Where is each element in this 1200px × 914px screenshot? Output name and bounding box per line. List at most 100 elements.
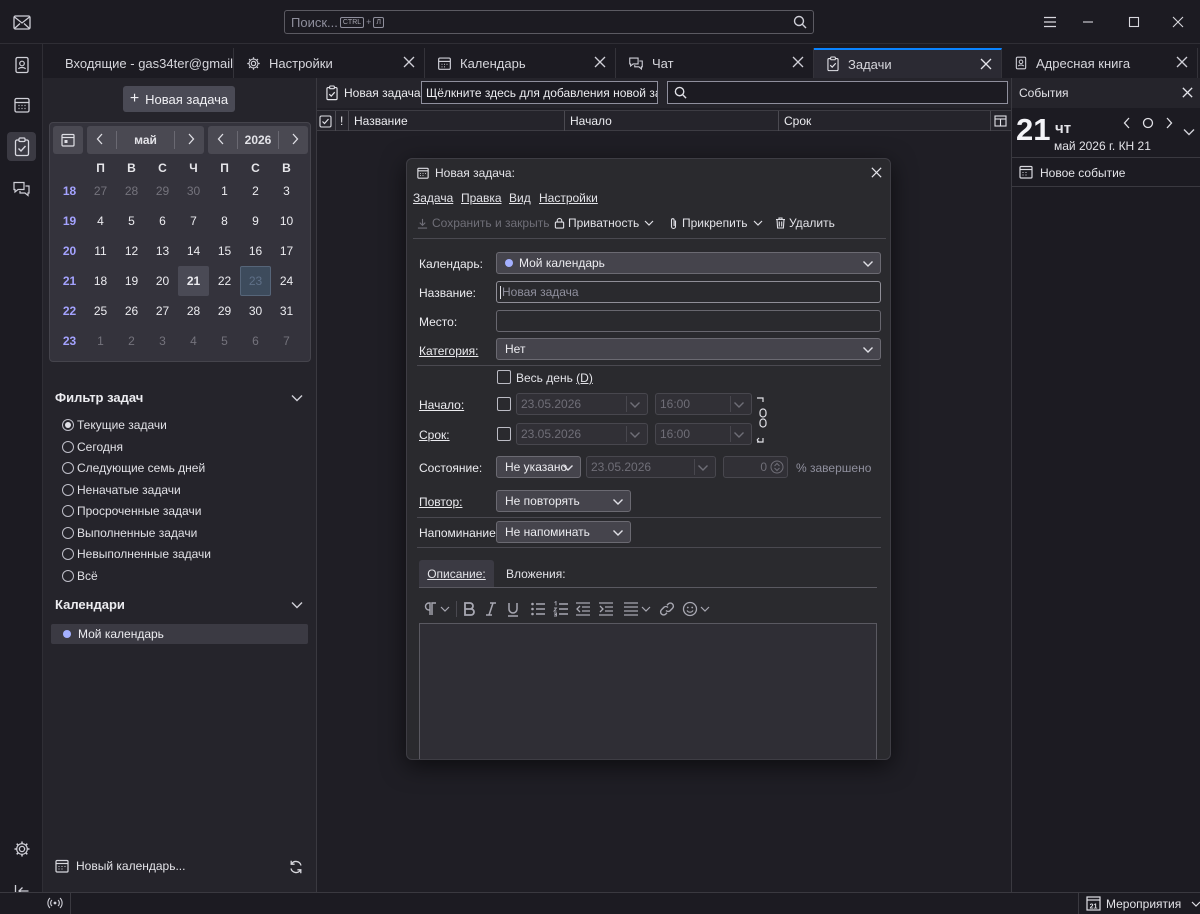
sync-icon[interactable] <box>288 859 304 875</box>
calendar-day[interactable]: 14 <box>178 236 209 266</box>
calendar-day[interactable]: 6 <box>147 206 178 236</box>
calendar-day[interactable]: 5 <box>116 206 147 236</box>
app-menu-icon[interactable] <box>1042 14 1058 30</box>
location-input[interactable] <box>496 310 881 332</box>
calendar-day[interactable]: 10 <box>271 206 302 236</box>
column-due[interactable]: Срок <box>778 111 990 131</box>
calendar-dropdown[interactable]: Мой календарь <box>496 252 881 274</box>
calendar-day[interactable]: 27 <box>147 296 178 326</box>
calendar-day[interactable]: 9 <box>240 206 271 236</box>
reminder-dropdown[interactable]: Не напоминать <box>496 521 631 543</box>
calendar-day[interactable]: 17 <box>271 236 302 266</box>
calendar-day[interactable]: 24 <box>271 266 302 296</box>
close-icon[interactable] <box>791 55 805 69</box>
task-filter-option[interactable]: Всё <box>62 569 98 583</box>
events-status-button[interactable]: 21 Мероприятия <box>1086 896 1200 911</box>
radio-button[interactable] <box>62 505 74 517</box>
chevron-down-icon[interactable] <box>641 605 651 613</box>
tab-attachments[interactable]: Вложения: <box>506 567 566 581</box>
bullet-list-icon[interactable] <box>530 601 546 617</box>
underline-icon[interactable] <box>505 601 521 617</box>
calendar-day[interactable]: 15 <box>209 236 240 266</box>
calendar-space-button[interactable] <box>7 90 36 119</box>
today-circle-icon[interactable] <box>1142 117 1154 129</box>
close-icon[interactable] <box>979 57 993 71</box>
radio-button[interactable] <box>62 548 74 560</box>
radio-button[interactable] <box>62 570 74 582</box>
online-status-icon[interactable] <box>47 896 63 910</box>
calendar-day[interactable]: 4 <box>85 206 116 236</box>
calendar-day[interactable]: 18 <box>85 266 116 296</box>
new-task-toolbar-button[interactable]: Новая задача <box>325 85 421 101</box>
calendar-day[interactable]: 30 <box>240 296 271 326</box>
calendar-day[interactable]: 19 <box>116 266 147 296</box>
radio-button[interactable] <box>62 462 74 474</box>
calendar-day[interactable]: 3 <box>147 326 178 356</box>
settings-gear-icon[interactable] <box>7 834 36 863</box>
next-day-icon[interactable] <box>1164 117 1174 129</box>
mail-icon[interactable] <box>12 13 32 31</box>
calendar-day[interactable]: 25 <box>85 296 116 326</box>
due-checkbox[interactable] <box>497 427 511 441</box>
percent-complete-input[interactable]: 0 <box>723 456 788 478</box>
numbered-list-icon[interactable] <box>553 601 569 617</box>
task-title-input[interactable]: Новая задача <box>496 281 881 303</box>
radio-button[interactable] <box>62 527 74 539</box>
calendar-day[interactable]: 3 <box>271 176 302 206</box>
close-icon[interactable] <box>593 55 607 69</box>
calendar-day[interactable]: 20 <box>147 266 178 296</box>
calendar-day[interactable]: 29 <box>209 296 240 326</box>
calendar-day[interactable]: 2 <box>240 176 271 206</box>
calendar-list-item[interactable]: Мой календарь <box>51 624 308 644</box>
close-window-icon[interactable] <box>1170 14 1186 30</box>
calendar-day[interactable]: 29 <box>147 176 178 206</box>
radio-button[interactable] <box>62 484 74 496</box>
task-filter-option[interactable]: Сегодня <box>62 440 123 454</box>
quick-add-task-input[interactable]: Щёлкните здесь для добавления новой зада… <box>421 81 658 104</box>
tab-chat[interactable]: Чат <box>616 48 814 78</box>
due-date-input[interactable]: 23.05.2026 <box>516 423 648 445</box>
privacy-button[interactable]: Приватность <box>554 216 654 230</box>
calendar-day[interactable]: 12 <box>116 236 147 266</box>
calendar-day[interactable]: 26 <box>116 296 147 326</box>
calendar-day[interactable]: 5 <box>209 326 240 356</box>
category-dropdown[interactable]: Нет <box>496 338 881 360</box>
calendar-day[interactable]: 13 <box>147 236 178 266</box>
task-filter-option[interactable]: Текущие задачи <box>62 418 167 432</box>
tasks-space-button[interactable] <box>7 132 36 161</box>
tab-tasks[interactable]: Задачи <box>814 48 1002 78</box>
chevron-down-icon[interactable] <box>700 605 710 613</box>
tab-calendar[interactable]: Календарь <box>425 48 616 78</box>
menu-task[interactable]: Задача <box>413 191 453 205</box>
calendar-day[interactable]: 2 <box>116 326 147 356</box>
status-dropdown[interactable]: Не указано <box>496 456 581 478</box>
completed-date-input[interactable]: 23.05.2026 <box>586 456 716 478</box>
task-search-input[interactable] <box>667 81 1008 104</box>
save-close-button[interactable]: Сохранить и закрыть <box>417 216 549 230</box>
calendar-day[interactable]: 28 <box>116 176 147 206</box>
italic-icon[interactable] <box>483 601 499 617</box>
emoji-icon[interactable] <box>682 601 698 617</box>
tab-inbox[interactable]: Входящие - gas34ter@gmail.com <box>45 48 234 78</box>
address-book-space-button[interactable] <box>7 50 36 79</box>
chevron-down-icon[interactable] <box>440 605 450 613</box>
calendar-day[interactable]: 1 <box>209 176 240 206</box>
link-chain-icon[interactable] <box>755 396 769 444</box>
calendar-day[interactable]: 28 <box>178 296 209 326</box>
search-icon[interactable] <box>793 15 807 29</box>
menu-view[interactable]: Вид <box>509 191 531 205</box>
calendar-day[interactable]: 8 <box>209 206 240 236</box>
chevron-down-icon[interactable] <box>290 598 304 612</box>
calendar-day[interactable]: 7 <box>271 326 302 356</box>
calendar-day[interactable]: 1 <box>85 326 116 356</box>
attach-button[interactable]: Прикрепить <box>669 216 763 230</box>
chevron-down-icon[interactable] <box>1182 125 1196 139</box>
repeat-dropdown[interactable]: Не повторять <box>496 490 631 512</box>
tab-description[interactable]: Описание: <box>419 560 494 587</box>
link-icon[interactable] <box>659 601 675 617</box>
tab-address-book[interactable]: Адресная книга <box>1002 48 1198 78</box>
indent-icon[interactable] <box>598 601 614 617</box>
calendar-day[interactable]: 6 <box>240 326 271 356</box>
task-filter-option[interactable]: Просроченные задачи <box>62 504 201 518</box>
column-title[interactable]: Название <box>348 111 564 131</box>
